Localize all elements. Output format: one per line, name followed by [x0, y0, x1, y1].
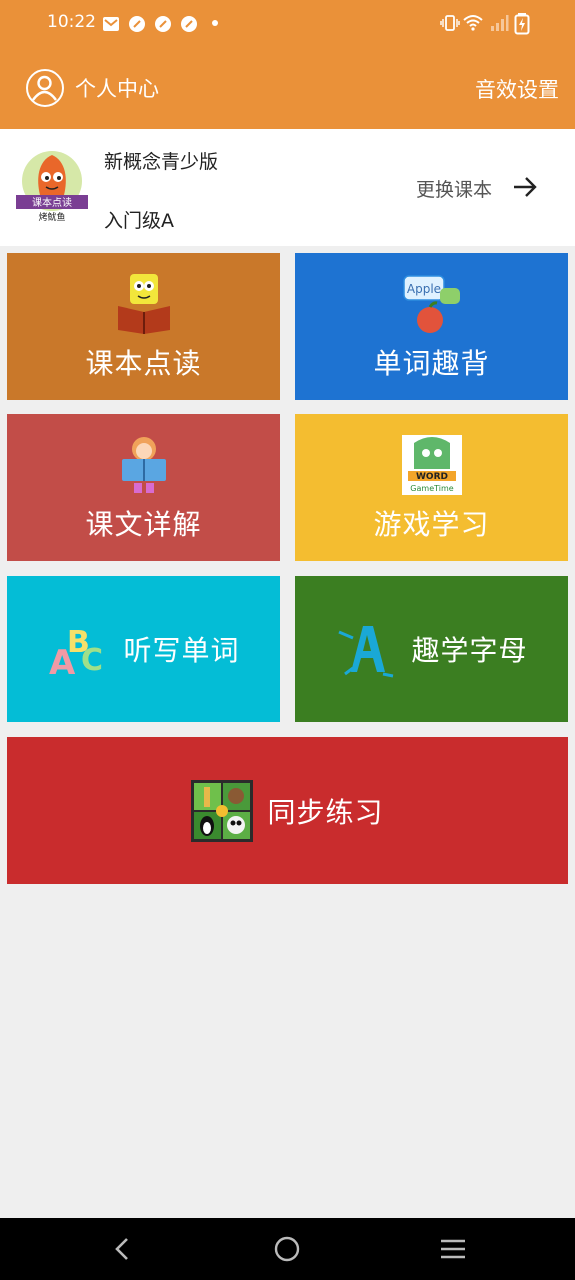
- tile-label: 趣学字母: [411, 634, 528, 667]
- home-nav-icon[interactable]: [274, 1236, 300, 1262]
- tile-fun-alphabet[interactable]: 趣学字母: [295, 576, 568, 722]
- change-book-button[interactable]: 更换课本: [416, 175, 492, 202]
- signal-icon: [491, 15, 509, 31]
- app-notification-icon: [129, 16, 145, 32]
- sound-settings-button[interactable]: 音效设置: [475, 74, 559, 104]
- logo-text-sub: 烤鱿鱼: [38, 211, 65, 223]
- arrow-right-icon[interactable]: [512, 176, 538, 198]
- svg-text:Apple: Apple: [406, 282, 440, 296]
- app-notification-icon: [155, 16, 171, 32]
- book-level: 入门级A: [104, 210, 174, 232]
- battery-charging-icon: [514, 13, 530, 35]
- tile-textbook-reading[interactable]: 课本点读: [7, 253, 280, 400]
- back-nav-icon[interactable]: [110, 1236, 134, 1262]
- app-notification-icon: [181, 16, 197, 32]
- apple-speech-icon: Apple: [402, 274, 460, 333]
- tile-label: 游戏学习: [373, 507, 490, 541]
- app-header: 10:22 个人中心 音效设置: [0, 0, 575, 129]
- status-bar: 10:22: [0, 0, 575, 48]
- current-course-row[interactable]: 课本点读 烤鱿鱼 新概念青少版 入门级A 更换课本: [0, 129, 575, 246]
- svg-text:WORD: WORD: [416, 472, 448, 482]
- logo-text-main: 课本点读: [32, 196, 72, 209]
- svg-text:GameTime: GameTime: [410, 484, 453, 493]
- svg-text:C: C: [81, 643, 103, 678]
- mail-notification-icon: [103, 17, 119, 31]
- tile-sync-practice[interactable]: 同步练习: [7, 737, 568, 884]
- tile-label: 单词趣背: [373, 346, 490, 380]
- tile-word-memorize[interactable]: Apple 单词趣背: [295, 253, 568, 400]
- abc-letters-icon: A B C: [49, 625, 103, 680]
- word-game-icon: WORD GameTime: [401, 434, 462, 495]
- profile-label: 个人中心: [75, 77, 159, 101]
- tile-game-learning[interactable]: WORD GameTime 游戏学习: [295, 414, 568, 561]
- textbook-reader-logo: 课本点读 烤鱿鱼: [16, 151, 88, 223]
- user-avatar-icon: [26, 69, 64, 107]
- tile-label: 课文详解: [85, 507, 202, 541]
- tile-label: 课本点读: [85, 346, 202, 380]
- book-title: 新概念青少版: [104, 151, 219, 173]
- tile-label: 听写单词: [123, 634, 240, 667]
- status-time: 10:22: [47, 12, 96, 32]
- profile-button[interactable]: 个人中心: [26, 68, 159, 108]
- tile-lesson-explanation[interactable]: 课文详解: [7, 414, 280, 561]
- more-notifications-dot: [212, 20, 218, 26]
- recents-nav-icon[interactable]: [440, 1236, 466, 1262]
- letter-a-icon: [338, 626, 394, 678]
- wifi-icon: [463, 15, 483, 31]
- system-nav-bar: [0, 1218, 575, 1280]
- animal-grid-icon: [191, 779, 254, 842]
- sponge-reading-icon: [117, 273, 170, 334]
- girl-reading-icon: [121, 436, 166, 493]
- tile-label: 同步练习: [267, 795, 384, 829]
- vibrate-icon: [440, 15, 460, 31]
- tile-dictation[interactable]: A B C 听写单词: [7, 576, 280, 722]
